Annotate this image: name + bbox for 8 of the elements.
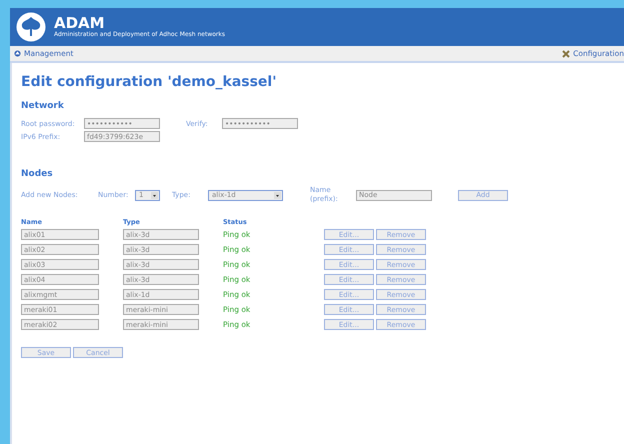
leaf-logo-icon <box>16 12 46 42</box>
up-arrow-icon <box>14 50 21 57</box>
caret-icon <box>151 192 158 198</box>
section-heading: Network <box>21 101 65 111</box>
app-title: ADAM <box>54 16 106 30</box>
section-heading: Nodes <box>21 169 54 179</box>
caret-icon <box>274 192 281 198</box>
page-title: Edit configuration 'demo_kassel' <box>21 73 278 91</box>
